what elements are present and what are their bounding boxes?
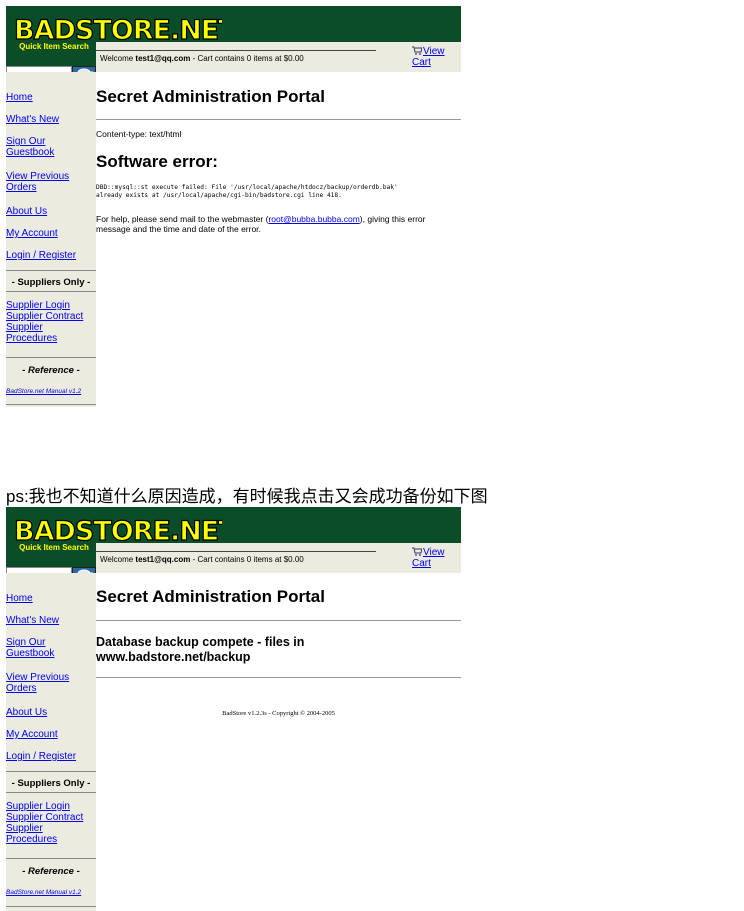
supplier-login-link[interactable]: Supplier Login <box>6 300 70 311</box>
nav-about-us[interactable]: About Us <box>6 206 47 217</box>
badstore-logo[interactable]: BADSTORE.NET <box>12 513 222 545</box>
nav-previous-orders[interactable]: View Previous Orders <box>6 672 69 694</box>
divider <box>6 792 96 793</box>
page-title: Secret Administration Portal <box>96 87 325 106</box>
cart-icon <box>412 547 422 556</box>
nav-home[interactable]: Home <box>6 92 33 103</box>
view-cart-link[interactable]: View Cart <box>412 46 445 68</box>
welcome-user: test1@qq.com <box>135 54 191 63</box>
nav-whats-new[interactable]: What's New <box>6 615 59 626</box>
divider <box>96 677 461 678</box>
nav-my-account[interactable]: My Account <box>6 228 58 239</box>
reference-heading: - Reference - <box>22 866 80 877</box>
content-type-text: Content-type: text/html <box>96 129 182 139</box>
screenshot-success: BADSTORE.NET Quick Item Search Welcome t… <box>6 507 461 911</box>
cart-icon <box>412 46 422 55</box>
caption-text: ps:我也不知道什么原因造成，有时候我点击又会成功备份如下图 <box>6 487 488 506</box>
backup-message: Database backup compete - files in www.ba… <box>96 635 305 664</box>
nav-guestbook[interactable]: Sign Our Guestbook <box>6 136 54 158</box>
page-title: Secret Administration Portal <box>96 587 325 606</box>
supplier-contract-link[interactable]: Supplier Contract <box>6 812 83 823</box>
quick-search-label: Quick Item Search <box>19 42 89 51</box>
screenshot-error: BADSTORE.NET Quick Item Search Welcome t… <box>6 6 461 407</box>
divider <box>6 906 96 907</box>
supplier-procedures-link[interactable]: Supplier Procedures <box>6 322 57 344</box>
sidebar: Home What's New Sign Our Guestbook View P… <box>6 72 96 407</box>
divider <box>96 119 461 120</box>
divider <box>6 357 96 358</box>
error-line-1: DBD::mysql::st execute failed: File '/us… <box>96 184 398 191</box>
nav-my-account[interactable]: My Account <box>6 729 58 740</box>
suppliers-heading: - Suppliers Only - <box>11 778 91 789</box>
welcome-text: Welcome test1@qq.com - Cart contains 0 i… <box>100 54 304 63</box>
nav-guestbook[interactable]: Sign Our Guestbook <box>6 637 54 659</box>
nav-whats-new[interactable]: What's New <box>6 114 59 125</box>
manual-link[interactable]: BadStore.net Manual v1.2 <box>6 388 81 395</box>
welcome-bar: Welcome test1@qq.com - Cart contains 0 i… <box>96 543 461 573</box>
view-link-text[interactable]: View <box>423 547 445 558</box>
welcome-text: Welcome test1@qq.com - Cart contains 0 i… <box>100 555 304 564</box>
cart-link-text[interactable]: Cart <box>412 558 431 569</box>
divider <box>96 551 376 552</box>
welcome-user: test1@qq.com <box>135 555 191 564</box>
view-cart-link[interactable]: View Cart <box>412 547 445 569</box>
webmaster-email-link[interactable]: root@bubba.bubba.com <box>268 214 359 224</box>
divider <box>96 620 461 621</box>
divider <box>6 404 96 405</box>
help-text: For help, please send mail to the webmas… <box>96 214 426 234</box>
sidebar: Home What's New Sign Our Guestbook View P… <box>6 573 96 911</box>
quick-search-label: Quick Item Search <box>19 543 89 552</box>
nav-home[interactable]: Home <box>6 593 33 604</box>
site-banner: BADSTORE.NET Quick Item Search Welcome t… <box>6 6 461 78</box>
nav-login-register[interactable]: Login / Register <box>6 751 76 762</box>
divider <box>6 858 96 859</box>
supplier-contract-link[interactable]: Supplier Contract <box>6 311 83 322</box>
logo-text: BADSTORE.NET <box>14 516 222 545</box>
reference-heading: - Reference - <box>22 365 80 376</box>
supplier-login-link[interactable]: Supplier Login <box>6 801 70 812</box>
divider <box>6 270 96 271</box>
error-title: Software error: <box>96 152 218 171</box>
logo-text: BADSTORE.NET <box>14 15 222 44</box>
nav-login-register[interactable]: Login / Register <box>6 250 76 261</box>
divider <box>6 291 96 292</box>
copyright-text: BadStore v1.2.3s - Copyright © 2004-2005 <box>222 710 335 717</box>
error-line-2: already exists at /usr/local/apache/cgi-… <box>96 192 342 199</box>
welcome-bar: Welcome test1@qq.com - Cart contains 0 i… <box>96 42 461 72</box>
backup-path: www.badstore.net/backup <box>96 650 251 664</box>
cart-link-text[interactable]: Cart <box>412 57 431 68</box>
supplier-procedures-link[interactable]: Supplier Procedures <box>6 823 57 845</box>
manual-link[interactable]: BadStore.net Manual v1.2 <box>6 889 81 896</box>
suppliers-heading: - Suppliers Only - <box>11 277 91 288</box>
site-banner: BADSTORE.NET Quick Item Search Welcome t… <box>6 507 461 579</box>
view-link-text[interactable]: View <box>423 46 445 57</box>
nav-previous-orders[interactable]: View Previous Orders <box>6 171 69 193</box>
nav-about-us[interactable]: About Us <box>6 707 47 718</box>
divider <box>96 50 376 51</box>
badstore-logo[interactable]: BADSTORE.NET <box>12 12 222 44</box>
divider <box>6 771 96 772</box>
